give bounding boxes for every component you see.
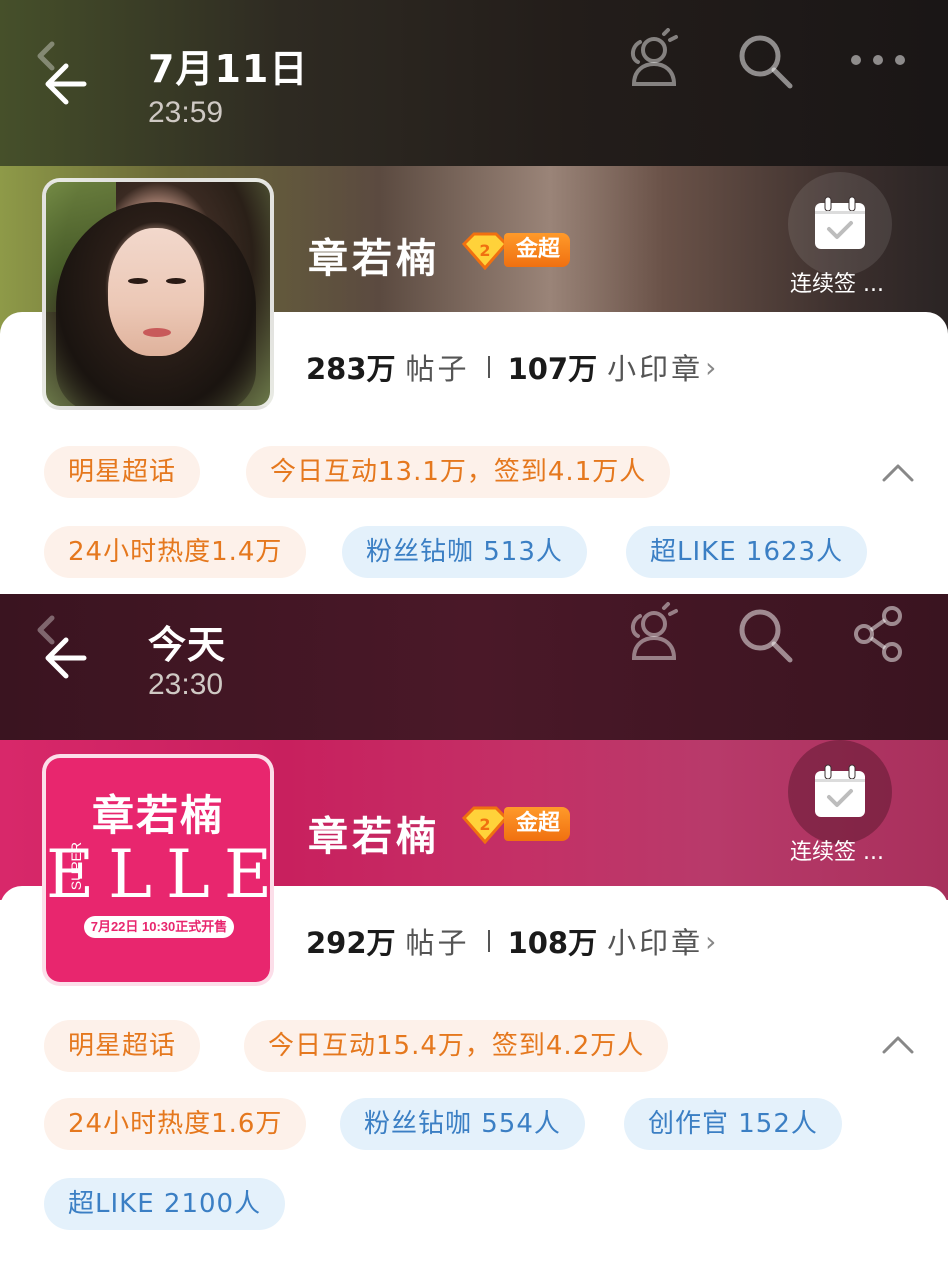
avatar[interactable] [42,178,274,410]
tag-chip[interactable]: 创作官 152人 [624,1098,842,1150]
search-icon[interactable] [734,604,798,668]
diamond-icon: 2 [461,806,509,844]
tag-chip[interactable]: 超LIKE 1623人 [626,526,868,578]
calendar-check-icon[interactable] [788,172,892,276]
supertopic-panel-2: 今天 23:30 章若楠 SUPER ELLE 7月22日 10:30正式开售 … [0,594,948,1262]
tag-chip[interactable]: 超LIKE 2100人 [44,1178,286,1230]
stamps-count: 108万 [507,926,598,960]
tag-chip[interactable]: 明星超话 [44,446,201,498]
divider [487,930,490,952]
chevron-up-icon[interactable] [878,1030,918,1060]
share-icon[interactable] [848,602,912,666]
checkin-label: 连续签 ... [790,272,884,297]
tag-chip[interactable]: 今日互动15.4万，签到4.2万人 [244,1020,669,1072]
page-title: 7月11日 [148,47,309,91]
calendar-check-icon[interactable] [788,740,892,844]
more-icon[interactable] [846,28,910,92]
svg-text:2: 2 [479,241,490,260]
poster-band: 7月22日 10:30正式开售 [84,916,234,938]
tag-chip[interactable]: 24小时热度1.4万 [44,526,307,578]
checkin-button[interactable]: 连续签 ... [788,172,898,298]
gold-super-badge: 2 金超 [460,804,571,844]
stamps-label[interactable]: 小印章 [607,920,703,962]
badge-label: 金超 [504,233,571,267]
svg-text:2: 2 [479,815,490,834]
avatar[interactable]: 章若楠 SUPER ELLE 7月22日 10:30正式开售 [42,754,274,986]
back-icon[interactable] [34,610,104,680]
poster-title: 章若楠 [91,791,224,840]
stats-row: 292万 帖子 108万 小印章 › [306,920,716,962]
stats-row: 283万 帖子 107万 小印章 › [306,346,716,388]
supertopic-name: 章若楠 [308,236,440,282]
chevron-right-icon[interactable]: › [705,925,716,958]
poster-brand: ELLE [46,836,274,913]
tag-chip[interactable]: 明星超话 [44,1020,201,1072]
timestamp: 23:59 [148,96,224,129]
page-title: 今天 [148,623,227,667]
stamps-count: 107万 [507,352,598,386]
posts-count: 292万 [306,926,396,960]
posts-count: 283万 [306,352,396,386]
badge-label: 金超 [504,807,571,841]
group-icon[interactable] [618,28,682,92]
checkin-button[interactable]: 连续签 ... [788,740,898,866]
tag-chip[interactable]: 今日互动13.1万，签到4.1万人 [246,446,671,498]
chevron-up-icon[interactable] [878,458,918,488]
tag-chip[interactable]: 粉丝钻咖 554人 [340,1098,585,1150]
supertopic-panel-1: 7月11日 23:59 章若楠 2 金超 连续签 ... 283万 帖子 107… [0,0,948,594]
stamps-label[interactable]: 小印章 [607,346,703,388]
gold-super-badge: 2 金超 [460,230,571,270]
timestamp: 23:30 [148,668,224,701]
checkin-label: 连续签 ... [790,840,884,865]
supertopic-name: 章若楠 [308,814,440,860]
back-icon[interactable] [34,36,104,106]
posts-label[interactable]: 帖子 [406,920,470,962]
divider [487,356,490,378]
posts-label[interactable]: 帖子 [406,346,470,388]
tag-chip[interactable]: 24小时热度1.6万 [44,1098,307,1150]
chevron-right-icon[interactable]: › [705,351,716,384]
tag-chip[interactable]: 粉丝钻咖 513人 [342,526,587,578]
group-icon[interactable] [618,602,682,666]
diamond-icon: 2 [461,232,509,270]
search-icon[interactable] [734,30,798,94]
